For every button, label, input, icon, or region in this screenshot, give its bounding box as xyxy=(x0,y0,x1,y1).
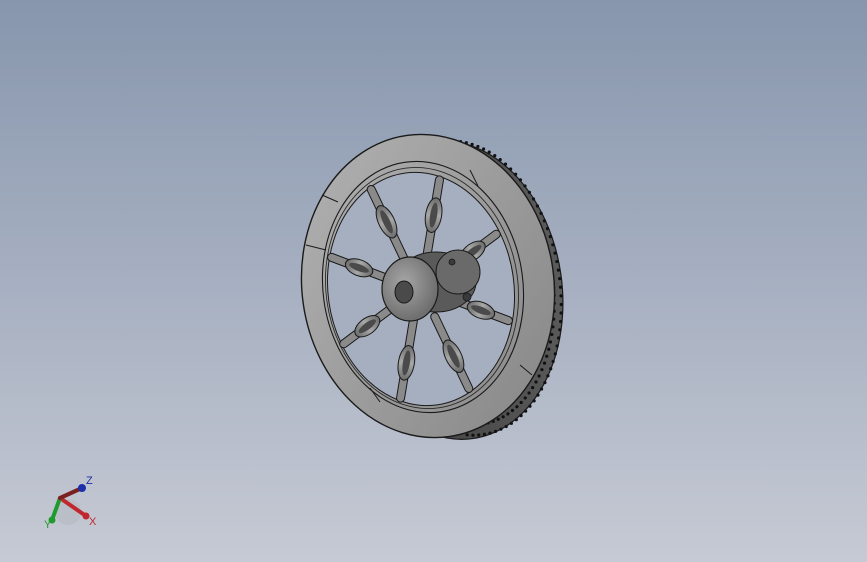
y-axis-label: Y xyxy=(44,519,52,531)
bolt-hole-icon xyxy=(537,374,541,378)
bolt-hole-icon xyxy=(528,404,532,408)
bolt-hole-icon xyxy=(548,340,553,344)
bolt-hole-icon xyxy=(482,432,487,436)
bolt-hole-icon xyxy=(545,227,550,231)
bolt-hole-icon xyxy=(487,150,491,154)
bolt-hole-icon xyxy=(531,386,535,390)
z-axis-cap-icon xyxy=(78,484,86,492)
bolt-hole-icon xyxy=(559,294,563,298)
bolt-hole-icon xyxy=(509,167,513,171)
bolt-hole-icon xyxy=(509,421,513,425)
bolt-hole-icon xyxy=(536,393,540,397)
bolt-hole-icon xyxy=(547,347,551,351)
bolt-hole-icon xyxy=(515,405,519,409)
bolt-hole-icon xyxy=(523,396,527,400)
bolt-hole-icon xyxy=(465,433,469,437)
bolt-hole-icon xyxy=(546,374,550,378)
bolt-hole-icon xyxy=(503,162,508,166)
bolt-hole-icon xyxy=(553,352,557,356)
bolt-hole-icon xyxy=(476,144,480,149)
hub-pin-icon xyxy=(462,292,472,302)
bolt-hole-icon xyxy=(555,344,559,348)
bolt-hole-icon xyxy=(471,433,475,437)
hub-pin-icon xyxy=(448,258,456,266)
bolt-hole-icon xyxy=(556,336,561,340)
bolt-hole-icon xyxy=(553,251,557,255)
bolt-hole-icon xyxy=(488,431,492,435)
bolt-hole-icon xyxy=(555,259,559,264)
bolt-hole-icon xyxy=(482,147,486,151)
bolt-hole-icon xyxy=(551,243,555,247)
bolt-hole-icon xyxy=(524,409,528,413)
wheel-model[interactable] xyxy=(0,0,867,562)
bolt-hole-icon xyxy=(470,142,474,146)
bolt-hole-icon xyxy=(549,367,553,371)
bolt-hole-icon xyxy=(510,408,515,413)
x-axis-label: X xyxy=(89,516,97,528)
bolt-hole-icon xyxy=(493,429,498,433)
bolt-hole-icon xyxy=(534,380,538,384)
bolt-hole-icon xyxy=(477,433,481,437)
bolt-hole-icon xyxy=(545,354,549,358)
bolt-hole-icon xyxy=(519,400,523,405)
orientation-triad[interactable]: Z X Y xyxy=(38,470,108,532)
bolt-hole-icon xyxy=(523,184,527,188)
bolt-hole-icon xyxy=(506,412,510,416)
bolt-hole-icon xyxy=(558,328,562,332)
bolt-hole-icon xyxy=(559,311,563,315)
bolt-hole-icon xyxy=(551,359,555,364)
bolt-hole-icon xyxy=(493,154,497,158)
bolt-hole-icon xyxy=(498,158,502,162)
bolt-hole-icon xyxy=(527,190,531,194)
bolt-hole-icon xyxy=(539,211,543,215)
bolt-hole-icon xyxy=(548,235,552,239)
bolt-hole-icon xyxy=(558,319,563,324)
graphics-viewport[interactable]: Z X Y xyxy=(0,0,867,562)
bolt-hole-icon xyxy=(558,285,563,289)
bolt-hole-icon xyxy=(514,418,518,422)
bolt-hole-icon xyxy=(514,172,518,176)
bolt-hole-icon xyxy=(556,268,561,272)
bolt-hole-icon xyxy=(531,197,536,201)
bolt-hole-icon xyxy=(542,219,547,223)
bolt-hole-icon xyxy=(499,427,503,431)
bolt-hole-icon xyxy=(543,380,547,385)
bolt-hole-icon xyxy=(535,204,540,208)
bolt-hole-icon xyxy=(532,399,536,403)
bolt-hole-icon xyxy=(542,361,547,365)
bolt-hole-icon xyxy=(559,302,563,307)
bolt-hole-icon xyxy=(539,387,544,391)
bolt-hole-icon xyxy=(558,277,562,281)
bolt-hole-icon xyxy=(540,368,544,372)
bolt-hole-icon xyxy=(496,417,500,421)
z-axis-label: Z xyxy=(86,475,93,487)
bolt-hole-icon xyxy=(501,415,505,419)
bolt-hole-icon xyxy=(527,391,531,395)
bolt-hole-icon xyxy=(504,424,508,429)
bolt-hole-icon xyxy=(518,178,523,182)
bolt-hole-icon xyxy=(519,414,523,418)
